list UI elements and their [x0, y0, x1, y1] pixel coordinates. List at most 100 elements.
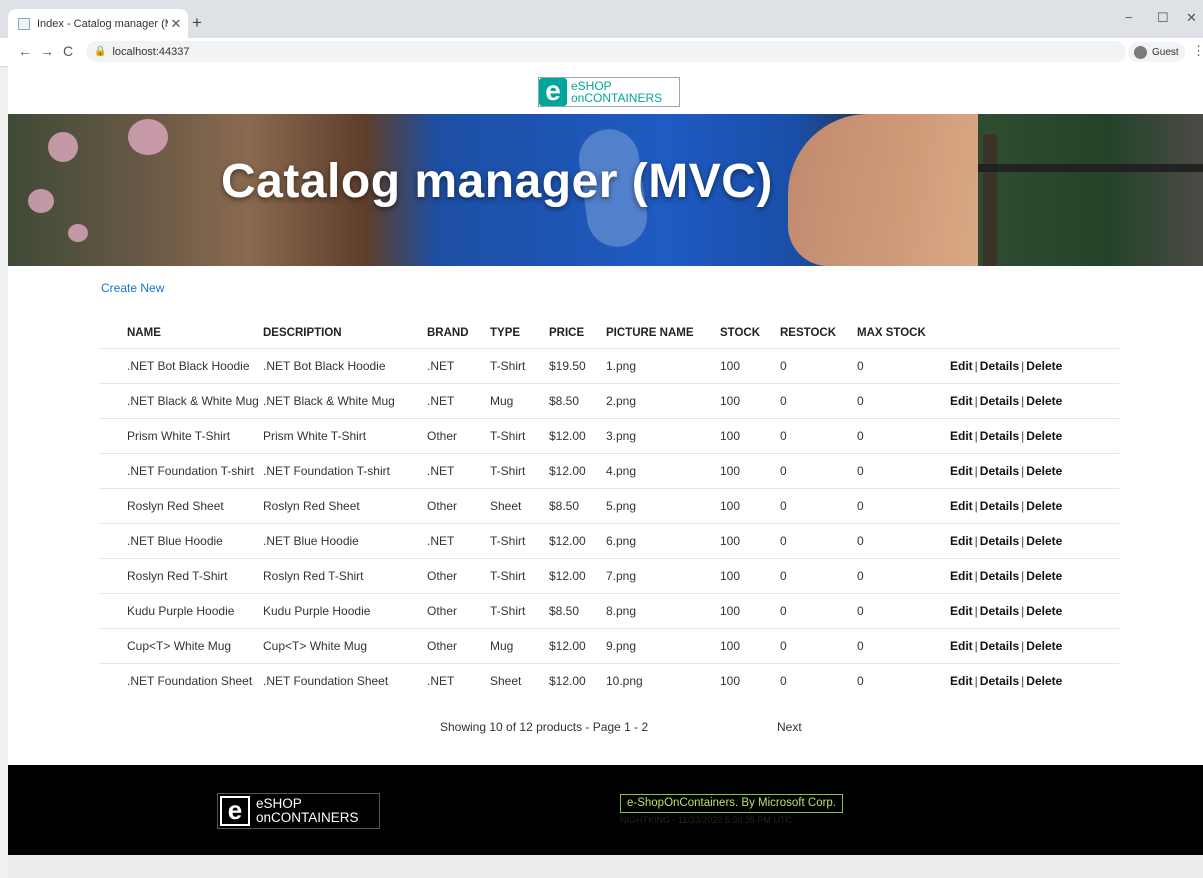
minimize-button[interactable]: −	[1125, 10, 1133, 25]
profile-label: Guest	[1152, 46, 1179, 58]
details-link[interactable]: Details	[980, 604, 1019, 618]
edit-link[interactable]: Edit	[950, 464, 973, 478]
edit-link[interactable]: Edit	[950, 674, 973, 688]
edit-link[interactable]: Edit	[950, 534, 973, 548]
back-arrow-icon[interactable]: ←	[18, 43, 32, 59]
edit-link[interactable]: Edit	[950, 499, 973, 513]
cell-description: Roslyn Red Sheet	[263, 488, 427, 524]
cell-description: Prism White T-Shirt	[263, 418, 427, 454]
close-tab-icon[interactable]: ✕	[168, 16, 184, 32]
cell-price: $8.50	[549, 593, 606, 629]
edit-link[interactable]: Edit	[950, 569, 973, 583]
action-separator: |	[974, 464, 978, 478]
hero-rail	[978, 164, 1203, 172]
hero-flower	[28, 189, 54, 213]
hero-banner: Catalog manager (MVC)	[8, 114, 1203, 266]
profile-button[interactable]: Guest	[1128, 42, 1185, 62]
delete-link[interactable]: Delete	[1026, 674, 1062, 688]
delete-link[interactable]: Delete	[1026, 394, 1062, 408]
details-link[interactable]: Details	[980, 534, 1019, 548]
details-link[interactable]: Details	[980, 464, 1019, 478]
cell-type: Sheet	[490, 488, 549, 524]
cell-type: T-Shirt	[490, 523, 549, 559]
action-separator: |	[974, 394, 978, 408]
cell-picture-name: 7.png	[606, 558, 720, 594]
action-separator: |	[974, 359, 978, 373]
cell-type: T-Shirt	[490, 593, 549, 629]
table-row: .NET Bot Black Hoodie .NET Bot Black Hood…	[99, 348, 1119, 384]
header-price: PRICE	[549, 327, 585, 339]
action-separator: |	[974, 499, 978, 513]
delete-link[interactable]: Delete	[1026, 569, 1062, 583]
catalog-table: NAME DESCRIPTION BRAND TYPE PRICE PICTUR…	[99, 318, 1119, 698]
details-link[interactable]: Details	[980, 674, 1019, 688]
header-restock: RESTOCK	[780, 327, 837, 339]
cell-picture-name: 5.png	[606, 488, 720, 524]
pager-next-link[interactable]: Next	[777, 720, 802, 734]
new-tab-button[interactable]: +	[192, 13, 202, 33]
cell-type: Sheet	[490, 663, 549, 698]
cell-picture-name: 8.png	[606, 593, 720, 629]
hero-flower	[68, 224, 88, 242]
details-link[interactable]: Details	[980, 499, 1019, 513]
browser-menu-icon[interactable]: ⋮	[1192, 43, 1203, 59]
edit-link[interactable]: Edit	[950, 604, 973, 618]
cell-brand: Other	[427, 593, 490, 629]
edit-link[interactable]: Edit	[950, 359, 973, 373]
eshop-logo[interactable]: e eSHOP onCONTAINERS	[538, 77, 680, 107]
table-header-row: NAME DESCRIPTION BRAND TYPE PRICE PICTUR…	[99, 318, 1119, 349]
delete-link[interactable]: Delete	[1026, 604, 1062, 618]
cell-price: $12.00	[549, 418, 606, 454]
header-name: NAME	[127, 327, 161, 339]
edit-link[interactable]: Edit	[950, 429, 973, 443]
cell-price: $12.00	[549, 453, 606, 489]
browser-tab[interactable]: Index - Catalog manager (MVC) ✕	[8, 9, 188, 38]
create-new-link[interactable]: Create New	[101, 281, 164, 295]
details-link[interactable]: Details	[980, 569, 1019, 583]
close-window-button[interactable]: ✕	[1186, 10, 1197, 26]
browser-tab-strip: Index - Catalog manager (MVC) ✕ + − ☐ ✕	[0, 0, 1203, 38]
forward-arrow-icon[interactable]: →	[40, 43, 54, 59]
cell-price: $12.00	[549, 523, 606, 559]
cell-name: .NET Foundation Sheet	[99, 663, 263, 698]
row-actions: Edit | Details | Delete	[950, 383, 1119, 419]
cell-picture-name: 9.png	[606, 628, 720, 664]
table-row: Roslyn Red Sheet Roslyn Red Sheet Other She…	[99, 488, 1119, 524]
edit-link[interactable]: Edit	[950, 394, 973, 408]
footer-logo[interactable]: e eSHOP onCONTAINERS	[217, 793, 380, 829]
delete-link[interactable]: Delete	[1026, 464, 1062, 478]
lock-icon: 🔒	[94, 46, 107, 57]
row-actions: Edit | Details | Delete	[950, 558, 1119, 594]
pager-status: Showing 10 of 12 products - Page 1 - 2	[440, 720, 649, 734]
cell-description: .NET Bot Black Hoodie	[263, 348, 427, 384]
address-bar[interactable]: 🔒 localhost:44337	[86, 41, 1126, 62]
table-row: Roslyn Red T-Shirt Roslyn Red T-Shirt Othe…	[99, 558, 1119, 594]
edit-link[interactable]: Edit	[950, 639, 973, 653]
cell-brand: Other	[427, 628, 490, 664]
cell-price: $8.50	[549, 383, 606, 419]
delete-link[interactable]: Delete	[1026, 499, 1062, 513]
cell-max-stock: 0	[857, 628, 950, 664]
cell-restock: 0	[780, 558, 857, 594]
cell-stock: 100	[720, 348, 780, 384]
cell-stock: 100	[720, 383, 780, 419]
table-row: .NET Foundation T-shirt .NET Foundation T…	[99, 453, 1119, 489]
maximize-button[interactable]: ☐	[1157, 10, 1169, 26]
row-actions: Edit | Details | Delete	[950, 593, 1119, 629]
delete-link[interactable]: Delete	[1026, 639, 1062, 653]
cell-price: $19.50	[549, 348, 606, 384]
cell-name: Prism White T-Shirt	[99, 418, 263, 454]
reload-icon[interactable]: C	[63, 43, 73, 59]
details-link[interactable]: Details	[980, 359, 1019, 373]
hero-flower	[48, 132, 78, 162]
details-link[interactable]: Details	[980, 429, 1019, 443]
delete-link[interactable]: Delete	[1026, 534, 1062, 548]
delete-link[interactable]: Delete	[1026, 429, 1062, 443]
cell-name: .NET Black & White Mug	[99, 383, 263, 419]
cell-max-stock: 0	[857, 453, 950, 489]
delete-link[interactable]: Delete	[1026, 359, 1062, 373]
header-brand: BRAND	[427, 327, 469, 339]
footer-logo-line-1: eSHOP	[256, 796, 302, 811]
details-link[interactable]: Details	[980, 639, 1019, 653]
details-link[interactable]: Details	[980, 394, 1019, 408]
